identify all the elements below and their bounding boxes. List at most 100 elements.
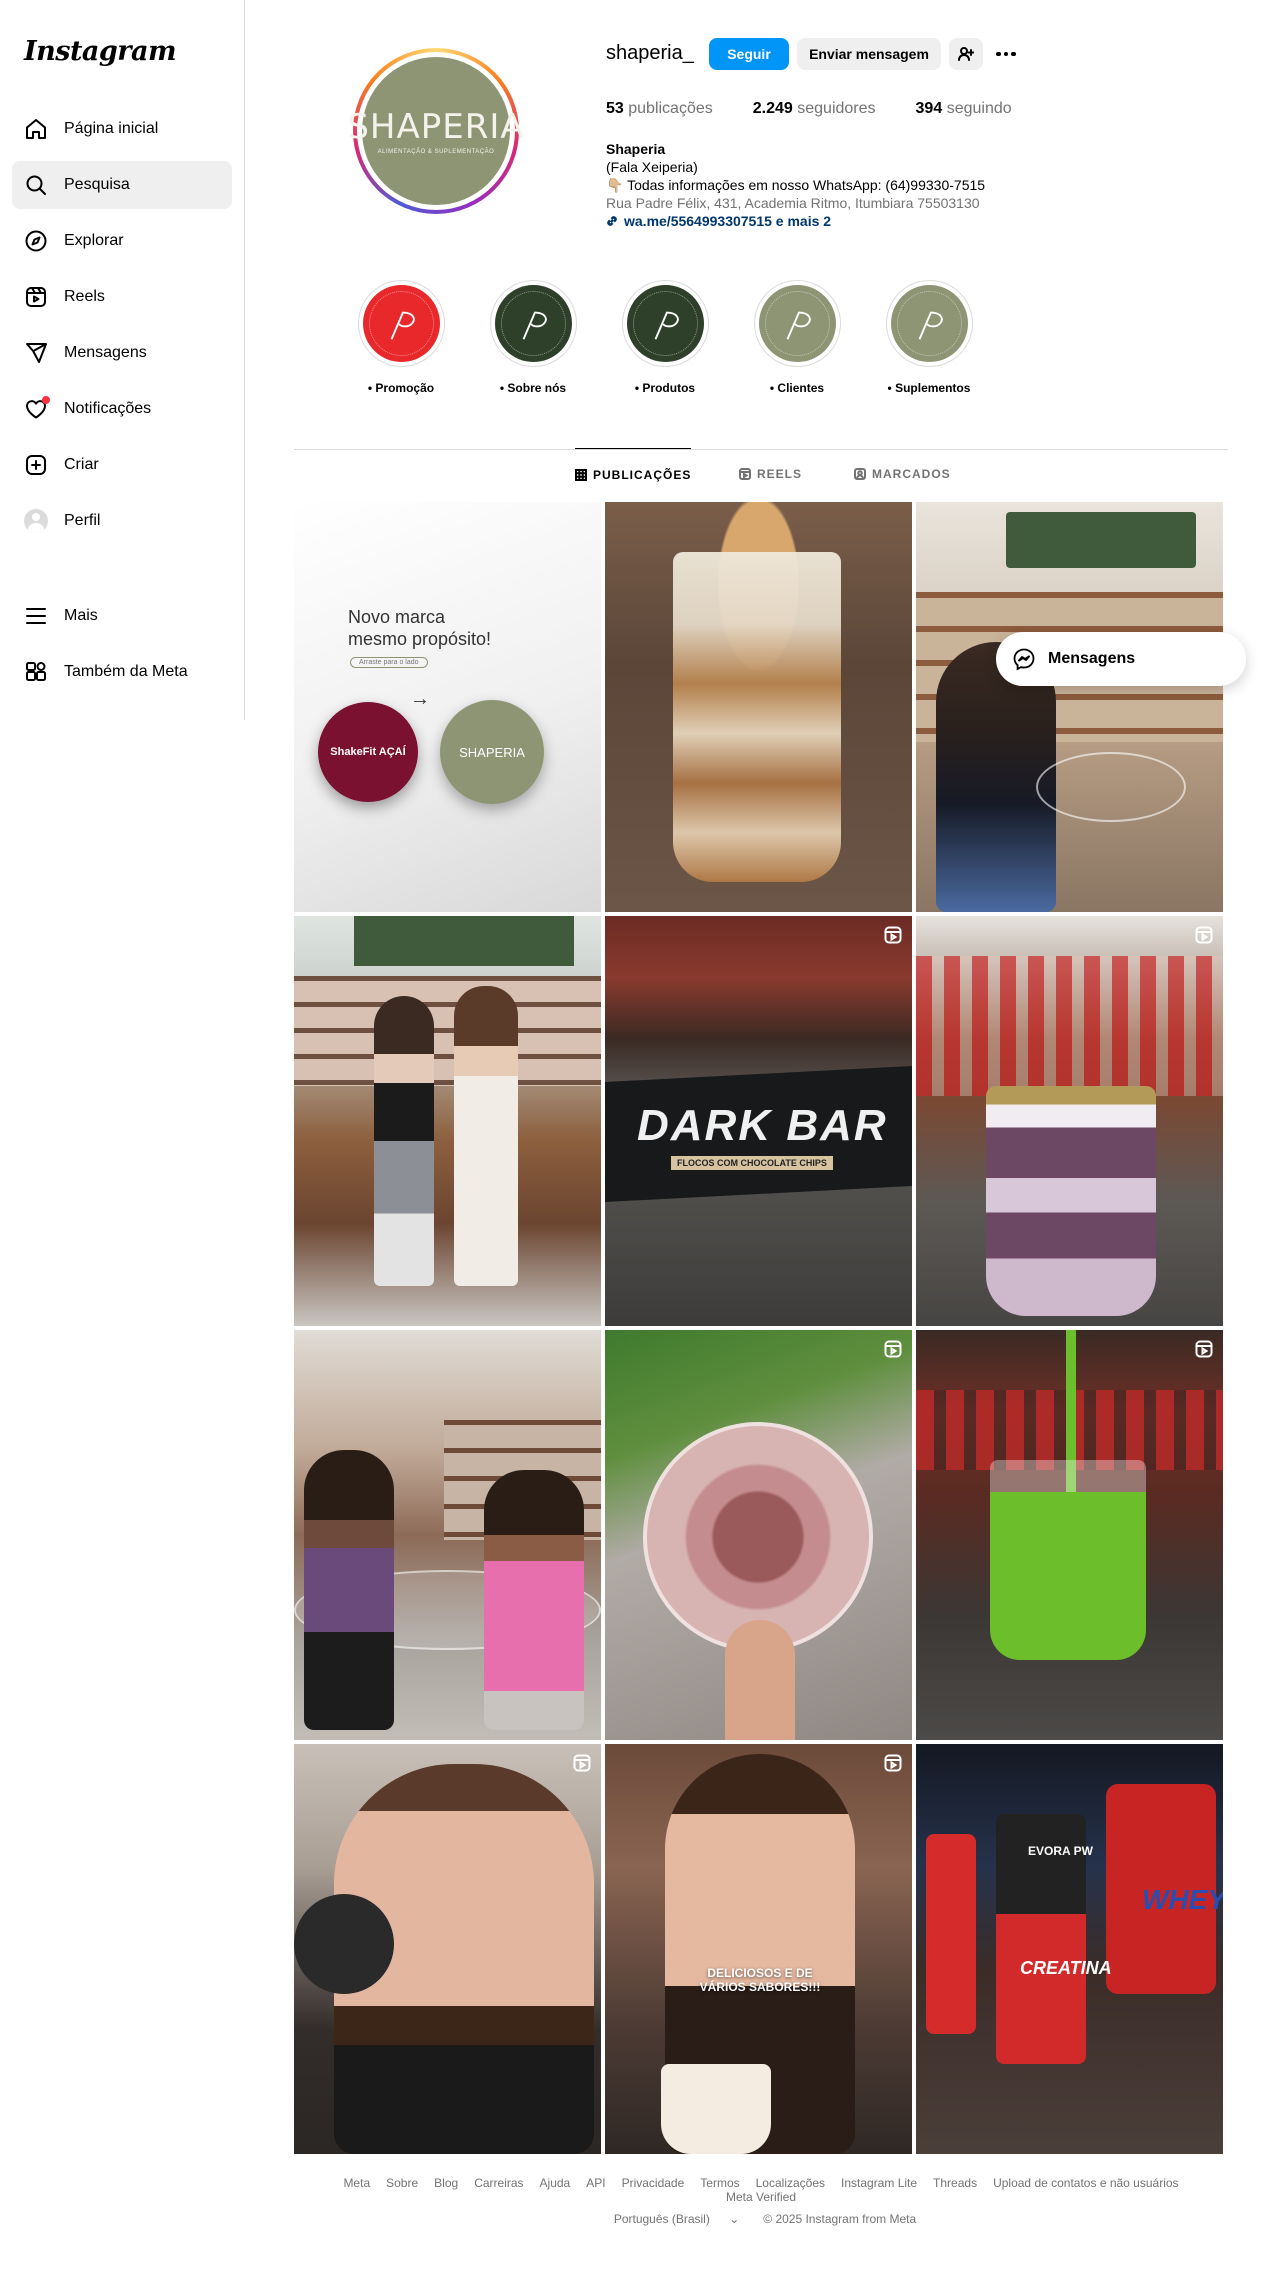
bio-link[interactable]: wa.me/5564993307515 e mais 2 (606, 212, 1106, 230)
highlight-promocao[interactable]: • Promoção (335, 280, 467, 395)
highlight-clientes[interactable]: • Clientes (731, 280, 863, 395)
reel-icon (1195, 1340, 1213, 1358)
suggest-accounts-button[interactable] (949, 38, 983, 70)
profile-stats: 53 publicações 2.249 seguidores 394 segu… (606, 100, 1052, 118)
footer-link[interactable]: Instagram Lite (841, 2176, 917, 2190)
footer-link[interactable]: Meta Verified (726, 2190, 796, 2204)
post-tile[interactable] (916, 1330, 1223, 1740)
sidebar-item-notifications[interactable]: Notificações (12, 385, 232, 433)
sidebar-item-label: Explorar (64, 232, 124, 249)
sidebar-item-label: Mais (64, 607, 98, 624)
footer-link[interactable]: Threads (933, 2176, 977, 2190)
post-text-line2: mesmo propósito! (348, 629, 492, 649)
brand-mark-icon (654, 311, 679, 340)
sidebar-bottom-nav: Mais Também da Meta (12, 592, 232, 704)
instagram-logo[interactable]: Instagram (24, 36, 177, 67)
sidebar-item-messages[interactable]: Mensagens (12, 329, 232, 377)
following-stat[interactable]: 394 seguindo (916, 100, 1012, 118)
post-tile[interactable] (294, 1744, 601, 2154)
tab-marcados[interactable]: MARCADOS (854, 448, 951, 500)
tagged-icon (854, 468, 866, 480)
brand-mark-icon (918, 311, 943, 340)
post-small-caption: Arraste para o lado (350, 657, 428, 668)
footer-link[interactable]: Localizações (756, 2176, 825, 2190)
messages-floating-button[interactable]: Mensagens (996, 632, 1246, 686)
sidebar-item-more[interactable]: Mais (12, 592, 232, 640)
posts-grid: Novo marca mesmo propósito! Arraste para… (294, 502, 1224, 2154)
brand-mark-icon (522, 311, 547, 340)
language-selector[interactable]: Português (Brasil) ⌄ (606, 2212, 747, 2226)
highlight-label: • Clientes (769, 381, 825, 395)
sidebar-item-label: Mensagens (64, 344, 147, 361)
send-message-button[interactable]: Enviar mensagem (797, 38, 941, 70)
link-icon (607, 216, 617, 226)
highlight-suplementos[interactable]: • Suplementos (863, 280, 995, 395)
tab-reels[interactable]: REELS (739, 448, 802, 500)
reels-icon (24, 285, 48, 309)
sidebar-item-home[interactable]: Página inicial (12, 105, 232, 153)
sidebar-item-create[interactable]: Criar (12, 441, 232, 489)
grid-icon (575, 468, 587, 481)
arrow-icon: → (410, 688, 430, 710)
post-tile[interactable]: DELICIOSOS E DE VÁRIOS SABORES!!! (605, 1744, 912, 2154)
post-tile[interactable] (916, 916, 1223, 1326)
highlight-label: • Produtos (634, 381, 696, 395)
footer-link[interactable]: Upload de contatos e não usuários (993, 2176, 1178, 2190)
footer-link[interactable]: Sobre (386, 2176, 418, 2190)
post-brand-creatina: CREATINA (1020, 1958, 1112, 1978)
follow-button[interactable]: Seguir (709, 38, 789, 70)
highlight-sobre-nos[interactable]: • Sobre nós (467, 280, 599, 395)
footer-link[interactable]: Blog (434, 2176, 458, 2190)
sidebar-item-label: Reels (64, 288, 105, 305)
footer-link[interactable]: API (586, 2176, 605, 2190)
home-icon (24, 117, 48, 141)
reel-icon (573, 1754, 591, 1772)
post-badge-shakefit: ShakeFit AÇAÍ (318, 702, 418, 802)
plus-square-icon (24, 453, 48, 477)
footer-links: Meta Sobre Blog Carreiras Ajuda API Priv… (294, 2176, 1228, 2204)
post-brand-whey: WHEY (1142, 1884, 1223, 1915)
footer-link[interactable]: Ajuda (540, 2176, 571, 2190)
post-product-subtitle: FLOCOS COM CHOCOLATE CHIPS (671, 1156, 833, 1170)
sidebar: Instagram Página inicial Pesquisa Explor… (0, 0, 245, 720)
meta-apps-icon (24, 660, 48, 684)
post-tile[interactable] (605, 1330, 912, 1740)
post-tile[interactable]: WHEY CREATINA EVORA PW (916, 1744, 1223, 2154)
post-tile[interactable] (294, 916, 601, 1326)
sidebar-item-label: Página inicial (64, 120, 159, 137)
post-caption: DELICIOSOS E DE VÁRIOS SABORES!!! (699, 1966, 821, 1994)
post-tile[interactable] (294, 1330, 601, 1740)
avatar (24, 509, 48, 533)
sidebar-item-meta[interactable]: Também da Meta (12, 648, 232, 696)
bio-line: 👇🏼 Todas informações em nosso WhatsApp: … (606, 177, 986, 193)
add-user-icon (958, 47, 974, 61)
bio-address[interactable]: Rua Padre Félix, 431, Academia Ritmo, It… (606, 194, 1106, 212)
followers-stat[interactable]: 2.249 seguidores (753, 100, 876, 118)
sidebar-item-reels[interactable]: Reels (12, 273, 232, 321)
highlight-produtos[interactable]: • Produtos (599, 280, 731, 395)
sidebar-item-profile[interactable]: Perfil (12, 497, 232, 545)
bio-subtitle: (Fala Xeiperia) (606, 159, 698, 175)
brand-mark-icon (390, 311, 415, 340)
avatar-tagline: ALIMENTAÇÃO & SUPLEMENTAÇÃO (377, 149, 495, 155)
footer-link[interactable]: Carreiras (474, 2176, 523, 2190)
post-product-title: DARK BAR (637, 1101, 888, 1150)
sidebar-item-search[interactable]: Pesquisa (12, 161, 232, 209)
post-tile[interactable]: Novo marca mesmo propósito! Arraste para… (294, 502, 601, 912)
bio-name: Shaperia (606, 141, 666, 157)
footer-link[interactable]: Privacidade (622, 2176, 685, 2190)
tab-publicacoes[interactable]: PUBLICAÇÕES (575, 448, 692, 500)
post-tile[interactable] (605, 502, 912, 912)
footer-link[interactable]: Termos (700, 2176, 739, 2190)
messenger-icon (1013, 648, 1035, 671)
more-options-icon[interactable] (993, 42, 1019, 66)
profile-avatar-ring[interactable]: SHAPERIA ALIMENTAÇÃO & SUPLEMENTAÇÃO (347, 48, 524, 214)
sidebar-item-explore[interactable]: Explorar (12, 217, 232, 265)
notification-dot (42, 396, 50, 404)
chevron-down-icon: ⌄ (729, 2212, 740, 2226)
post-tile[interactable] (916, 502, 1223, 912)
menu-icon (24, 604, 48, 628)
post-tile[interactable]: DARK BAR FLOCOS COM CHOCOLATE CHIPS (605, 916, 912, 1326)
footer-link[interactable]: Meta (343, 2176, 370, 2190)
post-brand-evora: EVORA PW (1028, 1844, 1093, 1858)
